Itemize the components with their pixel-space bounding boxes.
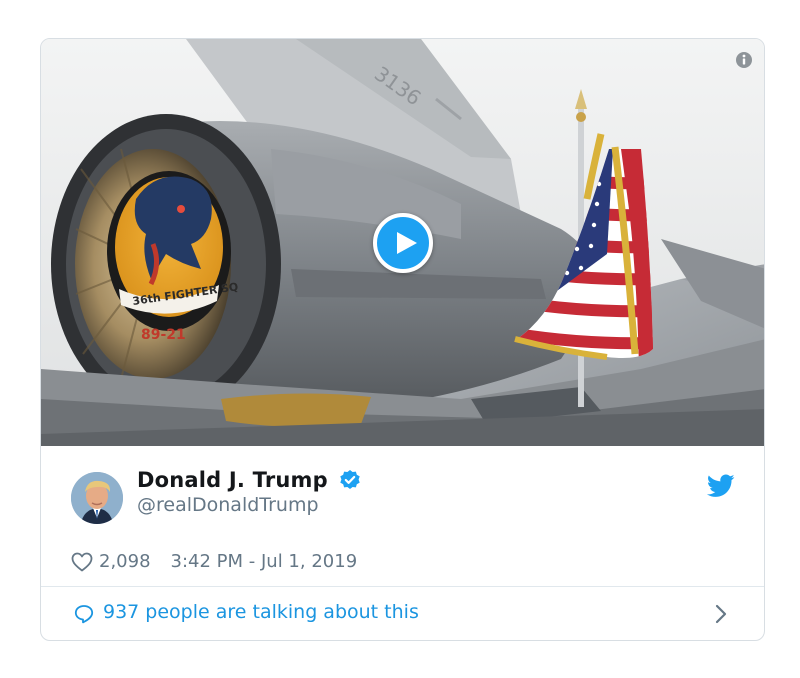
talking-count: 937 people are talking about this [103,601,419,623]
avatar[interactable] [71,472,123,524]
tweet-meta: 2,098 3:42 PM - Jul 1, 2019 [71,551,357,572]
tweet-media[interactable]: 3136 36th FIGHTER SQ 89-21 [41,39,764,446]
talking-link[interactable]: 937 people are talking about this [41,587,764,640]
speech-bubble-icon [74,604,94,624]
like-count[interactable]: 2,098 [99,551,151,572]
twitter-bird-icon[interactable] [706,474,735,498]
tweet-card: 3136 36th FIGHTER SQ 89-21 Donald J. Tru… [40,38,765,641]
play-button[interactable] [373,213,433,273]
name-block: Donald J. Trump @realDonaldTrump [137,468,361,516]
play-icon [397,232,417,254]
display-name[interactable]: Donald J. Trump [137,468,328,492]
verified-badge-icon [339,469,361,491]
info-icon[interactable] [735,51,753,69]
chevron-right-icon [714,603,728,625]
tweet-timestamp[interactable]: 3:42 PM - Jul 1, 2019 [171,551,358,572]
tweet-author: Donald J. Trump @realDonaldTrump 2,098 3… [41,446,764,586]
user-handle[interactable]: @realDonaldTrump [137,494,361,516]
patch-number: 89-21 [141,327,186,343]
heart-icon[interactable] [71,552,93,572]
